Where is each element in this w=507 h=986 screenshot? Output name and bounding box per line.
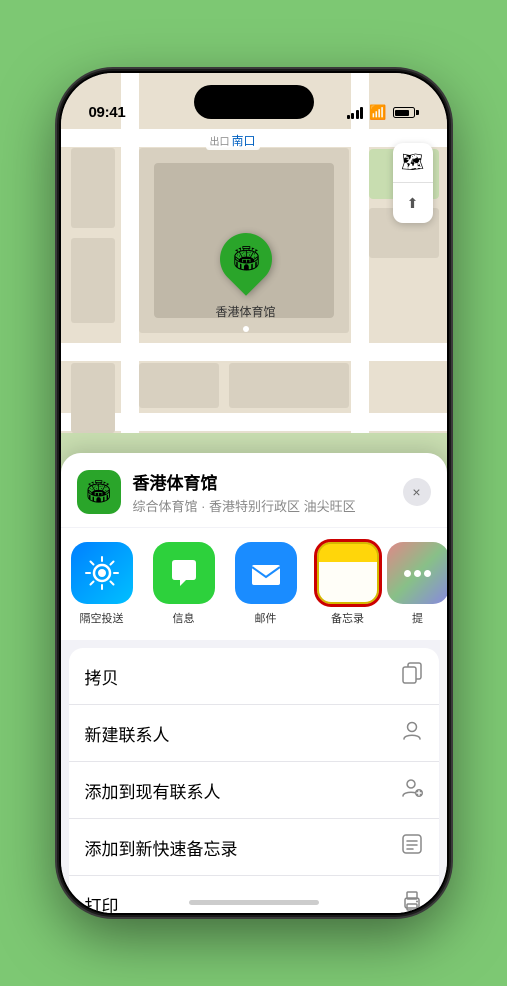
bottom-sheet: 🏟 香港体育馆 综合体育馆 · 香港特别行政区 油尖旺区 × bbox=[61, 453, 447, 913]
action-add-note[interactable]: 添加到新快速备忘录 bbox=[69, 819, 439, 876]
map-pin-dot bbox=[243, 326, 249, 332]
action-add-existing-label: 添加到现有联系人 bbox=[85, 778, 221, 803]
map-area: 出口 南口 🏟 香港体育馆 🗺 ⬆ bbox=[61, 73, 447, 493]
signal-bar-3 bbox=[356, 110, 359, 119]
map-label-prefix: 出口 bbox=[210, 133, 230, 148]
dynamic-island bbox=[194, 85, 314, 119]
airdrop-icon bbox=[71, 542, 133, 604]
road-v2 bbox=[351, 73, 369, 493]
mail-icon bbox=[235, 542, 297, 604]
action-add-note-label: 添加到新快速备忘录 bbox=[85, 835, 238, 860]
airdrop-label: 隔空投送 bbox=[80, 610, 124, 626]
block-bot2 bbox=[229, 363, 349, 408]
map-pin: 🏟 bbox=[209, 222, 283, 296]
map-type-button[interactable]: 🗺 bbox=[393, 143, 433, 183]
share-item-messages[interactable]: 信息 bbox=[143, 542, 225, 626]
mail-svg bbox=[248, 555, 284, 591]
action-copy-label: 拷贝 bbox=[85, 664, 119, 689]
messages-label: 信息 bbox=[173, 610, 195, 626]
add-contact-icon bbox=[401, 776, 423, 804]
share-item-airdrop[interactable]: 隔空投送 bbox=[61, 542, 143, 626]
notes-lines bbox=[340, 562, 356, 602]
road-h3 bbox=[61, 413, 447, 431]
add-note-icon bbox=[401, 833, 423, 861]
wifi-icon: 📶 bbox=[369, 104, 386, 121]
more-label: 提 bbox=[412, 610, 423, 626]
map-pin-label: 香港体育馆 bbox=[216, 303, 276, 320]
more-dot1 bbox=[404, 570, 411, 577]
road-v1 bbox=[121, 73, 139, 493]
more-dot3 bbox=[424, 570, 431, 577]
more-icon bbox=[387, 542, 447, 604]
share-item-more[interactable]: 提 bbox=[389, 542, 447, 626]
block-left-bot bbox=[71, 363, 115, 433]
battery-body bbox=[393, 107, 415, 118]
location-info: 香港体育馆 综合体育馆 · 香港特别行政区 油尖旺区 bbox=[133, 469, 391, 515]
close-button[interactable]: × bbox=[403, 478, 431, 506]
mail-label: 邮件 bbox=[255, 610, 277, 626]
share-item-mail[interactable]: 邮件 bbox=[225, 542, 307, 626]
location-header: 🏟 香港体育馆 综合体育馆 · 香港特别行政区 油尖旺区 × bbox=[61, 453, 447, 527]
action-list: 拷贝 新建联系人 bbox=[69, 648, 439, 913]
action-new-contact[interactable]: 新建联系人 bbox=[69, 705, 439, 762]
share-item-notes[interactable]: 备忘录 bbox=[307, 542, 389, 626]
copy-icon bbox=[401, 662, 423, 690]
signal-bars-icon bbox=[347, 107, 364, 119]
messages-icon bbox=[153, 542, 215, 604]
battery-icon bbox=[393, 107, 419, 118]
location-subtitle: 综合体育馆 · 香港特别行政区 油尖旺区 bbox=[133, 496, 391, 515]
phone-frame: 09:41 📶 bbox=[59, 71, 449, 915]
action-copy[interactable]: 拷贝 bbox=[69, 648, 439, 705]
notes-label: 备忘录 bbox=[331, 610, 364, 626]
share-row: 隔空投送 信息 bbox=[61, 528, 447, 640]
airdrop-svg bbox=[84, 555, 120, 591]
location-venue-icon: 🏟 bbox=[77, 470, 121, 514]
location-name: 香港体育馆 bbox=[133, 469, 391, 494]
battery-fill bbox=[395, 110, 409, 116]
map-label-text: 南口 bbox=[232, 132, 256, 149]
messages-svg bbox=[166, 555, 202, 591]
notes-icon bbox=[317, 542, 379, 604]
status-time: 09:41 bbox=[89, 104, 126, 121]
signal-bar-1 bbox=[347, 115, 350, 119]
more-dot2 bbox=[414, 570, 421, 577]
location-button[interactable]: ⬆ bbox=[393, 183, 433, 223]
stadium-icon: 🏟 bbox=[230, 245, 260, 274]
block-bot1 bbox=[139, 363, 219, 408]
block-left-top bbox=[71, 148, 115, 228]
road-h2 bbox=[61, 343, 447, 361]
map-pin-container: 🏟 香港体育馆 bbox=[216, 233, 276, 320]
status-icons: 📶 bbox=[347, 104, 419, 121]
new-contact-icon bbox=[401, 719, 423, 747]
action-new-contact-label: 新建联系人 bbox=[85, 721, 170, 746]
notes-top-bar bbox=[319, 544, 377, 562]
phone-inner: 09:41 📶 bbox=[61, 73, 447, 913]
battery-tip bbox=[416, 110, 419, 115]
notes-icon-wrapper bbox=[317, 542, 379, 604]
action-print-label: 打印 bbox=[85, 892, 119, 914]
map-controls: 🗺 ⬆ bbox=[393, 143, 433, 223]
map-label: 出口 南口 bbox=[206, 131, 260, 150]
signal-bar-4 bbox=[360, 107, 363, 119]
action-add-existing-contact[interactable]: 添加到现有联系人 bbox=[69, 762, 439, 819]
block-left-mid bbox=[71, 238, 115, 323]
signal-bar-2 bbox=[351, 113, 354, 119]
action-print[interactable]: 打印 bbox=[69, 876, 439, 913]
print-icon bbox=[401, 890, 423, 913]
home-indicator bbox=[189, 900, 319, 905]
